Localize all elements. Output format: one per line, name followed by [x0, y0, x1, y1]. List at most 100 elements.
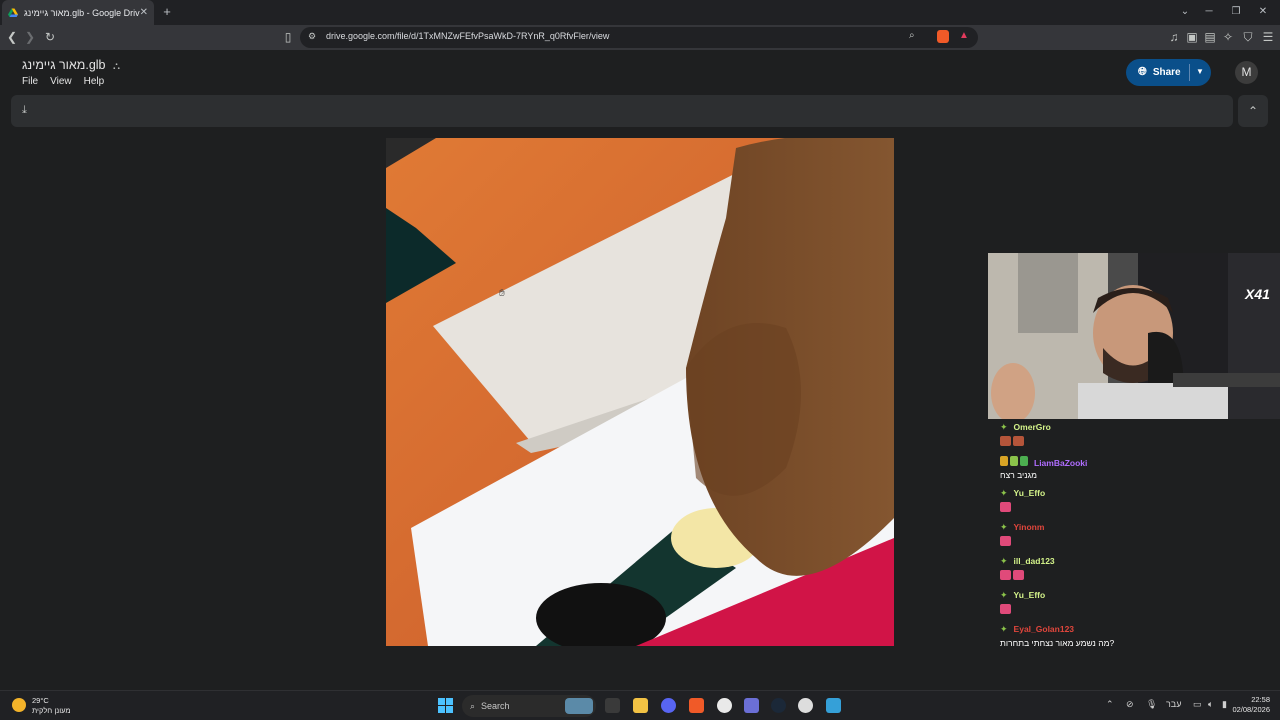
clock[interactable]: 22:58 02/08/2026	[1232, 695, 1270, 715]
windows-start-icon[interactable]	[438, 698, 453, 713]
share-label: Share	[1152, 67, 1181, 78]
tab-strip: מאור גיימינג.glb - Google Drive ✕ + ⌄ ─ …	[0, 0, 1280, 25]
address-bar[interactable]: ⚙ drive.google.com/file/d/1TxMNZwFEfvPsa…	[300, 27, 978, 48]
chat-text: מה נשמע מאור נצחתי בתחרות?	[1000, 638, 1115, 648]
badge-icon	[1000, 456, 1008, 466]
date: 02/08/2026	[1232, 705, 1270, 714]
model-render	[386, 138, 894, 646]
taskbar-search[interactable]: ⌕ Search	[462, 695, 596, 717]
badge-icon: ✦	[1000, 422, 1008, 432]
emote-icon	[1000, 502, 1011, 512]
tab-title: מאור גיימינג.glb - Google Drive	[24, 7, 140, 18]
google-drive-icon	[8, 8, 18, 17]
maximize-button[interactable]: ❐	[1229, 4, 1243, 20]
badge-icon: ✦	[1000, 590, 1008, 600]
badge-icon	[1020, 456, 1028, 466]
model-viewport[interactable]: ✋︎	[386, 138, 894, 646]
share-button[interactable]: 🌐︎ Share ▼	[1126, 59, 1211, 86]
share-dropdown-icon[interactable]: ▼	[1196, 67, 1204, 76]
hand-cursor-icon: ✋︎	[499, 288, 505, 299]
notepad-icon[interactable]	[826, 698, 841, 713]
media-icon[interactable]: ♫	[1166, 29, 1182, 45]
site-info-icon[interactable]: ⚙	[308, 31, 316, 42]
file-explorer-icon[interactable]	[633, 698, 648, 713]
badge-icon: ✦	[1000, 488, 1008, 498]
back-icon[interactable]: ❮	[4, 29, 20, 45]
temperature: 29°C	[32, 696, 49, 705]
globe-icon: 🌐︎	[1138, 66, 1147, 78]
badge-icon	[1010, 456, 1018, 466]
zoom-icon[interactable]: ⌕	[909, 30, 915, 41]
avatar[interactable]: M	[1235, 61, 1258, 84]
collapse-toolbar-button[interactable]: ⌃	[1238, 95, 1268, 127]
sidebar-icon[interactable]: ▣	[1184, 29, 1200, 45]
battery-icon[interactable]: ▮	[1222, 699, 1227, 710]
chat-message: ✦ Yu_Effo	[1000, 590, 1046, 600]
chat-message: ✦ Yu_Effo	[1000, 488, 1046, 498]
microphone-icon[interactable]: 🎙︎	[1146, 699, 1157, 710]
emote-icon	[1000, 604, 1011, 614]
volume-icon[interactable]: 🔈︎	[1208, 699, 1213, 710]
tray-overflow-icon[interactable]: ⌃	[1106, 699, 1114, 710]
brave-browser-icon[interactable]	[689, 698, 704, 713]
discord-icon[interactable]	[661, 698, 676, 713]
chat-message: ✦ Yinonm	[1000, 522, 1045, 532]
chat-emotes	[1000, 570, 1026, 582]
chat-message: LiamBaZooki	[1000, 456, 1087, 468]
reload-icon[interactable]: ↻	[42, 29, 58, 45]
document-title: מאור גיימינג.glb ⛬	[22, 58, 120, 72]
menu-bar: File View Help	[22, 76, 104, 87]
weather-icon	[12, 698, 26, 712]
close-window-button[interactable]: ✕	[1256, 4, 1270, 20]
time: 22:58	[1251, 695, 1270, 704]
chat-emotes	[1000, 536, 1013, 548]
close-tab-icon[interactable]: ✕	[140, 7, 148, 18]
chat-message: ✦ Eyal_Golan123	[1000, 624, 1075, 634]
badge-icon: ✦	[1000, 624, 1008, 634]
url-text[interactable]: drive.google.com/file/d/1TxMNZwFEfvPsaWk…	[326, 31, 609, 41]
tab-search-icon[interactable]: ⌄	[1178, 4, 1192, 20]
chat-emotes	[1000, 436, 1026, 448]
download-icon[interactable]: ⤓	[22, 104, 27, 117]
menu-view[interactable]: View	[50, 76, 72, 87]
badge-icon: ✦	[1000, 556, 1008, 566]
steam-icon[interactable]	[771, 698, 786, 713]
emote-icon	[1013, 570, 1024, 580]
bookmark-icon[interactable]: ▯	[280, 29, 296, 45]
stream-chat: ✦ OmerGro LiamBaZooki מגניב רצח ✦ Yu_Effo …	[1000, 420, 1280, 652]
wallet-icon[interactable]: ▤	[1202, 29, 1218, 45]
emote-icon	[1000, 570, 1011, 580]
webcam-overlay: X41	[988, 253, 1280, 419]
search-label: Search	[481, 701, 510, 711]
app-icon[interactable]	[717, 698, 732, 713]
leo-ai-icon[interactable]: ✧	[1220, 29, 1236, 45]
emote-icon	[1000, 536, 1011, 546]
webcam-image	[988, 253, 1280, 419]
vpn-shield-icon[interactable]: ⛉	[1240, 29, 1256, 45]
chat-text: מגניב רצח	[1000, 470, 1037, 480]
obs-icon[interactable]	[798, 698, 813, 713]
display-icon[interactable]: ▭	[1193, 699, 1202, 710]
search-highlight-icon	[565, 698, 593, 714]
badge-icon: ✦	[1000, 522, 1008, 532]
browser-toolbar: ❮ ❯ ↻ ▯ ⚙ drive.google.com/file/d/1TxMNZ…	[0, 25, 1280, 50]
menu-icon[interactable]: ☰	[1260, 29, 1276, 45]
new-tab-button[interactable]: +	[160, 4, 174, 20]
task-view-icon[interactable]	[605, 698, 620, 713]
brave-rewards-icon[interactable]: ▲	[959, 30, 969, 41]
chat-emotes	[1000, 604, 1013, 616]
brave-shields-icon[interactable]	[937, 30, 949, 43]
language-indicator[interactable]: עבר	[1166, 699, 1181, 709]
tab-drive[interactable]: מאור גיימינג.glb - Google Drive ✕	[2, 0, 154, 25]
network-icon[interactable]: ⊘	[1126, 699, 1134, 710]
minimize-button[interactable]: ─	[1202, 4, 1216, 20]
menu-file[interactable]: File	[22, 76, 38, 87]
chat-message: ✦ ill_dad123	[1000, 556, 1055, 566]
menu-help[interactable]: Help	[84, 76, 105, 87]
search-icon: ⌕	[470, 700, 476, 711]
chat-message: ✦ OmerGro	[1000, 422, 1051, 432]
app-icon[interactable]	[744, 698, 759, 713]
weather-widget[interactable]: 29°C מעונן חלקית	[12, 696, 71, 716]
share-divider	[1189, 64, 1190, 81]
forward-icon[interactable]: ❯	[22, 29, 38, 45]
